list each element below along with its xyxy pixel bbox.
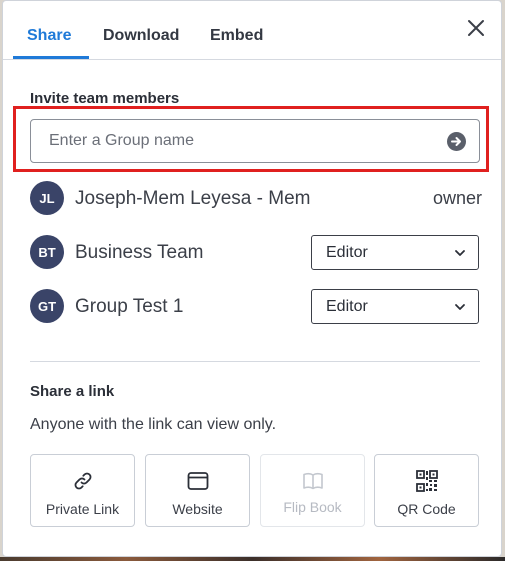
- chevron-down-icon: [455, 304, 465, 310]
- group-name-field: [30, 119, 480, 163]
- avatar: GT: [30, 289, 64, 323]
- browser-window-icon: [187, 472, 208, 490]
- website-button[interactable]: Website: [145, 454, 250, 527]
- tab-bar: Share Download Embed: [3, 1, 501, 60]
- member-name: Business Team: [75, 242, 204, 263]
- share-dialog: Share Download Embed Invite team members…: [2, 0, 502, 557]
- arrow-right-icon: [451, 137, 461, 146]
- link-icon: [74, 472, 91, 490]
- flip-book-label: Flip Book: [283, 499, 342, 515]
- group-name-input[interactable]: [49, 120, 439, 162]
- flip-book-button: Flip Book: [260, 454, 365, 527]
- qr-code-icon: [415, 470, 438, 492]
- invite-title: Invite team members: [30, 90, 180, 107]
- member-row: JL Joseph-Mem Leyesa - Mem owner: [30, 181, 482, 217]
- share-link-description: Anyone with the link can view only.: [30, 416, 277, 433]
- role-select[interactable]: Editor: [311, 289, 479, 324]
- chevron-down-icon: [455, 250, 465, 256]
- tab-embed[interactable]: Embed: [210, 27, 263, 45]
- role-select-value: Editor: [326, 298, 368, 315]
- close-icon: [468, 20, 484, 36]
- submit-group-button[interactable]: [447, 132, 466, 151]
- private-link-label: Private Link: [45, 501, 120, 517]
- divider: [30, 361, 480, 362]
- qr-code-button[interactable]: QR Code: [374, 454, 479, 527]
- member-name: Joseph-Mem Leyesa - Mem: [75, 188, 311, 209]
- background-strip: [0, 557, 505, 561]
- member-row: BT Business Team Editor: [30, 235, 482, 271]
- share-link-title: Share a link: [30, 383, 115, 400]
- active-tab-indicator: [13, 56, 89, 59]
- role-select-value: Editor: [326, 244, 368, 261]
- website-label: Website: [172, 501, 223, 517]
- tab-download[interactable]: Download: [103, 27, 179, 45]
- qr-code-label: QR Code: [397, 501, 456, 517]
- tab-share[interactable]: Share: [27, 27, 71, 45]
- avatar: BT: [30, 235, 64, 269]
- open-book-icon: [302, 473, 323, 490]
- private-link-button[interactable]: Private Link: [30, 454, 135, 527]
- member-name: Group Test 1: [75, 296, 184, 317]
- member-row: GT Group Test 1 Editor: [30, 289, 482, 325]
- member-role-label: owner: [432, 188, 482, 208]
- role-select[interactable]: Editor: [311, 235, 479, 270]
- avatar: JL: [30, 181, 64, 215]
- close-button[interactable]: [465, 17, 487, 39]
